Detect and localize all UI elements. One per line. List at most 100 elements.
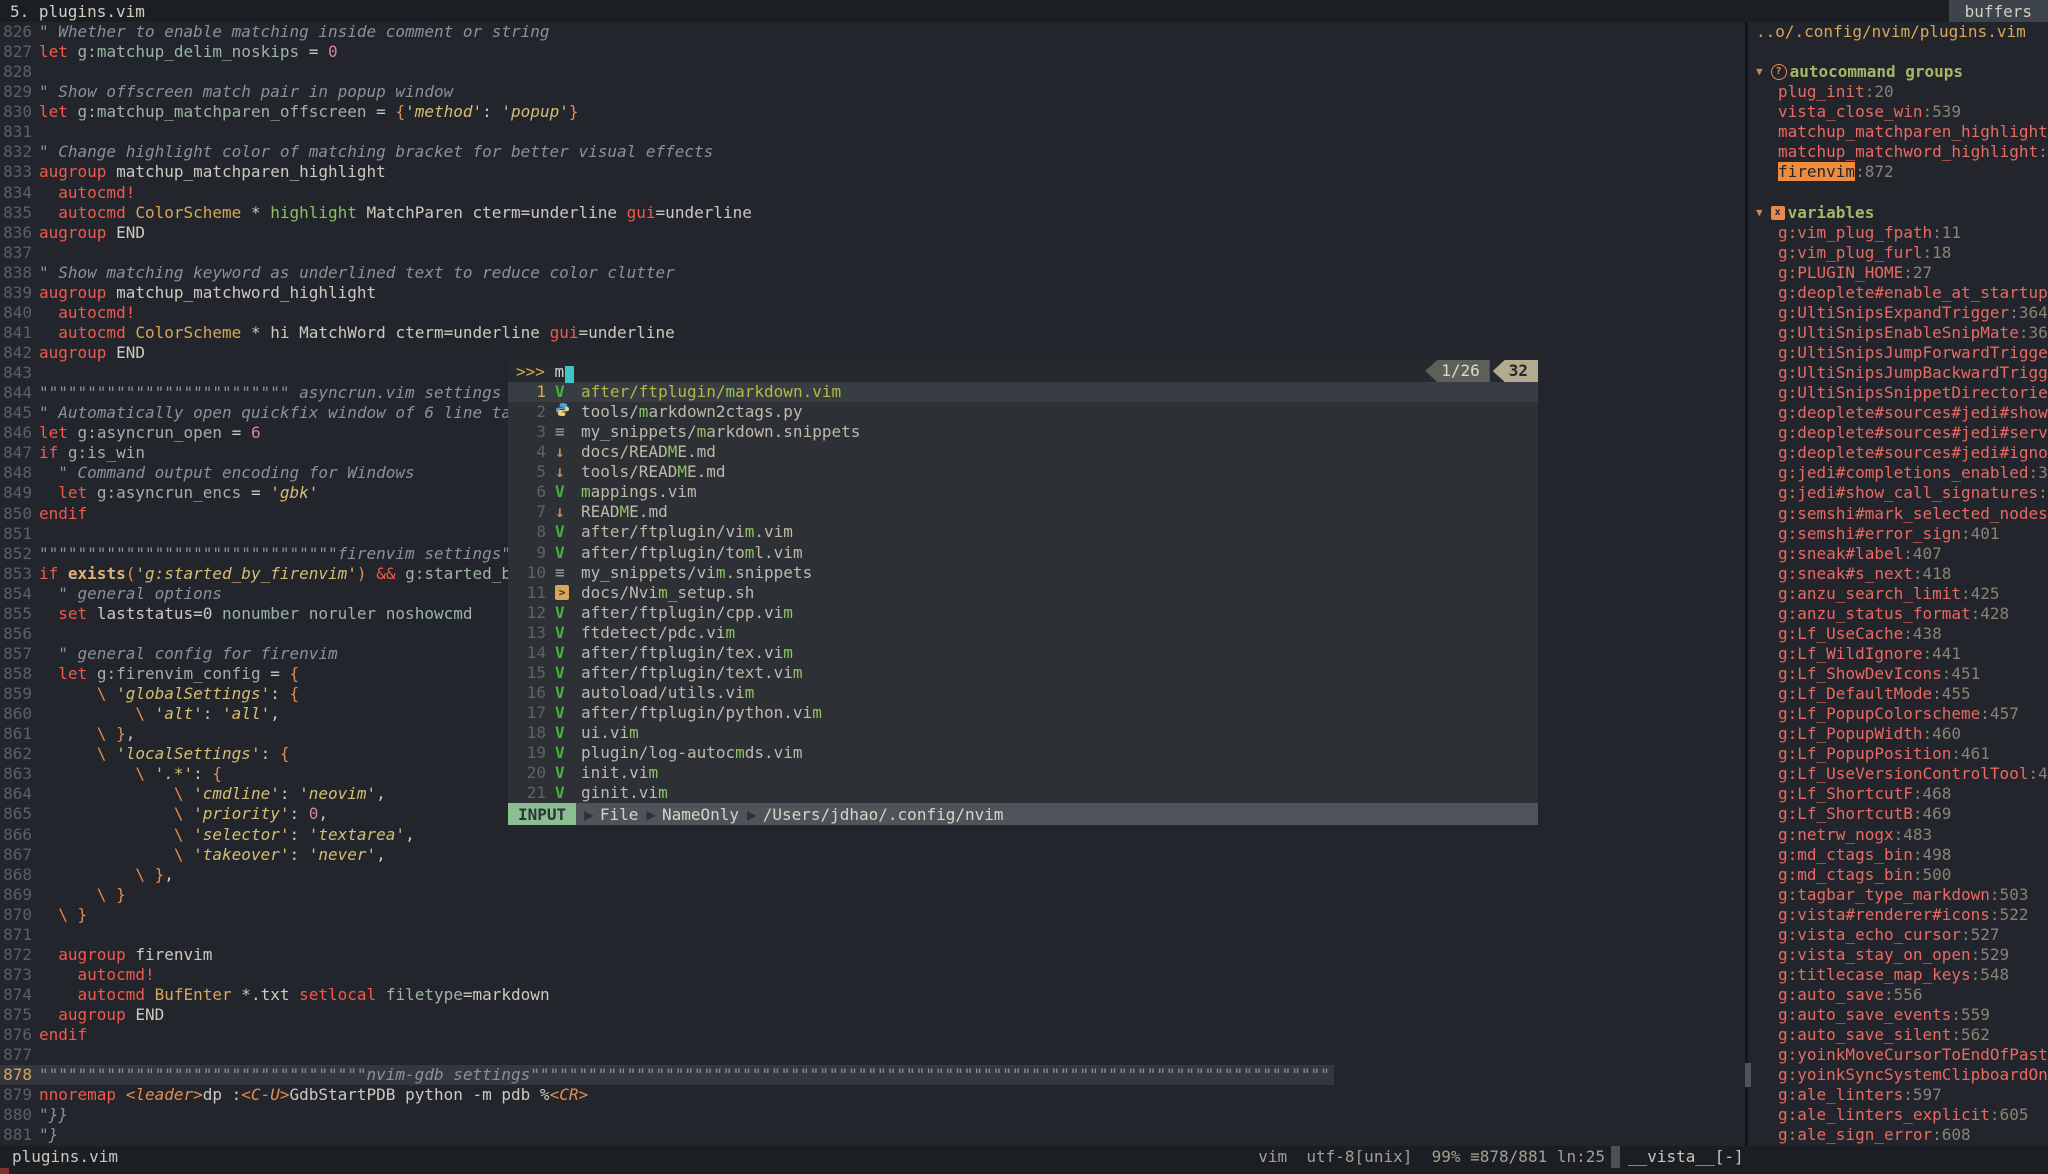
- sidebar-tag-item[interactable]: g:Lf_PopupWidth:460: [1748, 724, 2048, 744]
- sidebar-tag-item[interactable]: g:jedi#completions_enabled:3: [1748, 463, 2048, 483]
- sidebar-tag-item[interactable]: g:Lf_WildIgnore:441: [1748, 644, 2048, 664]
- code-line[interactable]: 834 autocmd!: [0, 183, 1745, 203]
- code-line[interactable]: 839augroup matchup_matchword_highlight: [0, 283, 1745, 303]
- sidebar-tag-item[interactable]: g:PLUGIN_HOME:27: [1748, 263, 2048, 283]
- sidebar-tag-item[interactable]: g:UltiSnipsJumpForwardTrigge: [1748, 343, 2048, 363]
- file-list-item[interactable]: 5↓tools/README.md: [508, 462, 1538, 482]
- code-line[interactable]: 826" Whether to enable matching inside c…: [0, 22, 1745, 42]
- file-list-item[interactable]: 19Vplugin/log-autocmds.vim: [508, 743, 1538, 763]
- tab-current-buffer[interactable]: 5. plugins.vim: [0, 2, 145, 21]
- file-list-item[interactable]: 3≡my_snippets/markdown.snippets: [508, 422, 1538, 442]
- code-line[interactable]: 830let g:matchup_matchparen_offscreen = …: [0, 102, 1745, 122]
- file-list-item[interactable]: 13Vftdetect/pdc.vim: [508, 623, 1538, 643]
- code-line[interactable]: 832" Change highlight color of matching …: [0, 142, 1745, 162]
- file-list-item[interactable]: 1Vafter/ftplugin/markdown.vim: [508, 382, 1538, 402]
- sidebar-tag-item[interactable]: g:yoinkMoveCursorToEndOfPast: [1748, 1045, 2048, 1065]
- code-line[interactable]: 840 autocmd!: [0, 303, 1745, 323]
- sidebar-tag-item[interactable]: g:anzu_search_limit:425: [1748, 584, 2048, 604]
- file-list-item[interactable]: 17Vafter/ftplugin/python.vim: [508, 703, 1538, 723]
- code-line[interactable]: 877: [0, 1045, 1745, 1065]
- sidebar-tag-item[interactable]: g:deoplete#sources#jedi#igno: [1748, 443, 2048, 463]
- sidebar-tag-item[interactable]: matchup_matchword_highlight:: [1748, 142, 2048, 162]
- code-line[interactable]: 874 autocmd BufEnter *.txt setlocal file…: [0, 985, 1745, 1005]
- file-list-item[interactable]: 21Vginit.vim: [508, 783, 1538, 803]
- file-list-item[interactable]: 11>docs/Nvim_setup.sh: [508, 583, 1538, 603]
- cursor-line[interactable]: 878""""""""""""""""""""""""""""""""""nvi…: [0, 1065, 1334, 1085]
- sidebar-tag-item[interactable]: g:vista_echo_cursor:527: [1748, 925, 2048, 945]
- sidebar-tag-item[interactable]: g:UltiSnipsExpandTrigger:364: [1748, 303, 2048, 323]
- code-line[interactable]: 869 \ }: [0, 885, 1745, 905]
- sidebar-tag-item[interactable]: g:jedi#show_call_signatures:: [1748, 483, 2048, 503]
- sidebar-tag-item[interactable]: g:sneak#label:407: [1748, 544, 2048, 564]
- sidebar-tag-item[interactable]: g:Lf_DefaultMode:455: [1748, 684, 2048, 704]
- sidebar-tag-item[interactable]: g:auto_save_silent:562: [1748, 1025, 2048, 1045]
- code-line[interactable]: 879nnoremap <leader>dp :<C-U>GdbStartPDB…: [0, 1085, 1745, 1105]
- sidebar-tag-item[interactable]: g:Lf_ShortcutF:468: [1748, 784, 2048, 804]
- file-list-item[interactable]: 14Vafter/ftplugin/tex.vim: [508, 643, 1538, 663]
- code-line[interactable]: 873 autocmd!: [0, 965, 1745, 985]
- code-line[interactable]: 867 \ 'takeover': 'never',: [0, 845, 1745, 865]
- code-line[interactable]: 870 \ }: [0, 905, 1745, 925]
- sidebar-tag-item[interactable]: g:Lf_ShowDevIcons:451: [1748, 664, 2048, 684]
- code-line[interactable]: 866 \ 'selector': 'textarea',: [0, 825, 1745, 845]
- sidebar-tag-item[interactable]: g:titlecase_map_keys:548: [1748, 965, 2048, 985]
- sidebar-tag-item[interactable]: g:tagbar_type_markdown:503: [1748, 885, 2048, 905]
- code-line[interactable]: 838" Show matching keyword as underlined…: [0, 263, 1745, 283]
- sidebar-tag-item[interactable]: vista_close_win:539: [1748, 102, 2048, 122]
- sidebar-section-header[interactable]: ▼xvariables: [1748, 203, 2048, 223]
- sidebar-tag-item[interactable]: g:semshi#mark_selected_nodes: [1748, 504, 2048, 524]
- sidebar-tag-item[interactable]: g:md_ctags_bin:500: [1748, 865, 2048, 885]
- sidebar-tag-item[interactable]: g:Lf_ShortcutB:469: [1748, 804, 2048, 824]
- sidebar-tag-item[interactable]: g:vim_plug_fpath:11: [1748, 223, 2048, 243]
- code-line[interactable]: 831: [0, 122, 1745, 142]
- file-list-item[interactable]: 4↓docs/README.md: [508, 442, 1538, 462]
- sidebar-tag-item[interactable]: plug_init:20: [1748, 82, 2048, 102]
- code-line[interactable]: 880"}}: [0, 1105, 1745, 1125]
- sidebar-tag-item[interactable]: firenvim:872: [1748, 162, 2048, 182]
- sidebar-section-header[interactable]: ▼?autocommand groups: [1748, 62, 2048, 82]
- sidebar-tag-item[interactable]: g:anzu_status_format:428: [1748, 604, 2048, 624]
- file-list-item[interactable]: 9Vafter/ftplugin/toml.vim: [508, 543, 1538, 563]
- file-list-item[interactable]: 12Vafter/ftplugin/cpp.vim: [508, 603, 1538, 623]
- code-line[interactable]: 833augroup matchup_matchparen_highlight: [0, 162, 1745, 182]
- sidebar-tag-item[interactable]: g:vista#renderer#icons:522: [1748, 905, 2048, 925]
- code-line[interactable]: 836augroup END: [0, 223, 1745, 243]
- sidebar-tag-item[interactable]: g:netrw_nogx:483: [1748, 825, 2048, 845]
- code-line[interactable]: 837: [0, 243, 1745, 263]
- sidebar-tag-item[interactable]: g:deoplete#sources#jedi#show: [1748, 403, 2048, 423]
- sidebar-tag-item[interactable]: g:sneak#s_next:418: [1748, 564, 2048, 584]
- file-list-item[interactable]: 20Vinit.vim: [508, 763, 1538, 783]
- file-list-item[interactable]: 6Vmappings.vim: [508, 482, 1538, 502]
- search-input[interactable]: m: [555, 362, 565, 381]
- sidebar-tag-item[interactable]: g:vim_plug_furl:18: [1748, 243, 2048, 263]
- sidebar-tag-item[interactable]: g:Lf_UseVersionControlTool:4: [1748, 764, 2048, 784]
- sidebar-tag-item[interactable]: g:yoinkSyncSystemClipboardOn: [1748, 1065, 2048, 1085]
- file-list-item[interactable]: 10≡my_snippets/vim.snippets: [508, 563, 1538, 583]
- sidebar-tag-item[interactable]: g:md_ctags_bin:498: [1748, 845, 2048, 865]
- file-list-item[interactable]: 18Vui.vim: [508, 723, 1538, 743]
- code-line[interactable]: 828: [0, 62, 1745, 82]
- sidebar-tag-item[interactable]: g:Lf_PopupPosition:461: [1748, 744, 2048, 764]
- sidebar-tag-item[interactable]: g:ale_linters:597: [1748, 1085, 2048, 1105]
- sidebar-tag-item[interactable]: g:ale_sign_error:608: [1748, 1125, 2048, 1145]
- sidebar-tag-item[interactable]: g:UltiSnipsEnableSnipMate:36: [1748, 323, 2048, 343]
- sidebar-tag-item[interactable]: g:auto_save:556: [1748, 985, 2048, 1005]
- code-line[interactable]: 835 autocmd ColorScheme * highlight Matc…: [0, 203, 1745, 223]
- sidebar-tag-item[interactable]: g:deoplete#enable_at_startup: [1748, 283, 2048, 303]
- sidebar-tag-item[interactable]: g:semshi#error_sign:401: [1748, 524, 2048, 544]
- code-line[interactable]: 871: [0, 925, 1745, 945]
- file-list-item[interactable]: 8Vafter/ftplugin/vim.vim: [508, 522, 1538, 542]
- code-line[interactable]: 829" Show offscreen match pair in popup …: [0, 82, 1745, 102]
- code-line[interactable]: 841 autocmd ColorScheme * hi MatchWord c…: [0, 323, 1745, 343]
- sidebar-tag-item[interactable]: g:vista_stay_on_open:529: [1748, 945, 2048, 965]
- code-line[interactable]: 881"}: [0, 1125, 1745, 1145]
- sidebar-tag-item[interactable]: g:UltiSnipsJumpBackwardTrigg: [1748, 363, 2048, 383]
- sidebar-tag-item[interactable]: g:ale_linters_explicit:605: [1748, 1105, 2048, 1125]
- file-list-item[interactable]: 15Vafter/ftplugin/text.vim: [508, 663, 1538, 683]
- fuzzy-input-line[interactable]: >>> m 1/26 32: [508, 360, 1538, 382]
- file-list-item[interactable]: 2tools/markdown2ctags.py: [508, 402, 1538, 422]
- file-list-item[interactable]: 7↓README.md: [508, 502, 1538, 522]
- sidebar-tag-item[interactable]: g:Lf_PopupColorscheme:457: [1748, 704, 2048, 724]
- code-line[interactable]: 876endif: [0, 1025, 1745, 1045]
- code-line[interactable]: 872 augroup firenvim: [0, 945, 1745, 965]
